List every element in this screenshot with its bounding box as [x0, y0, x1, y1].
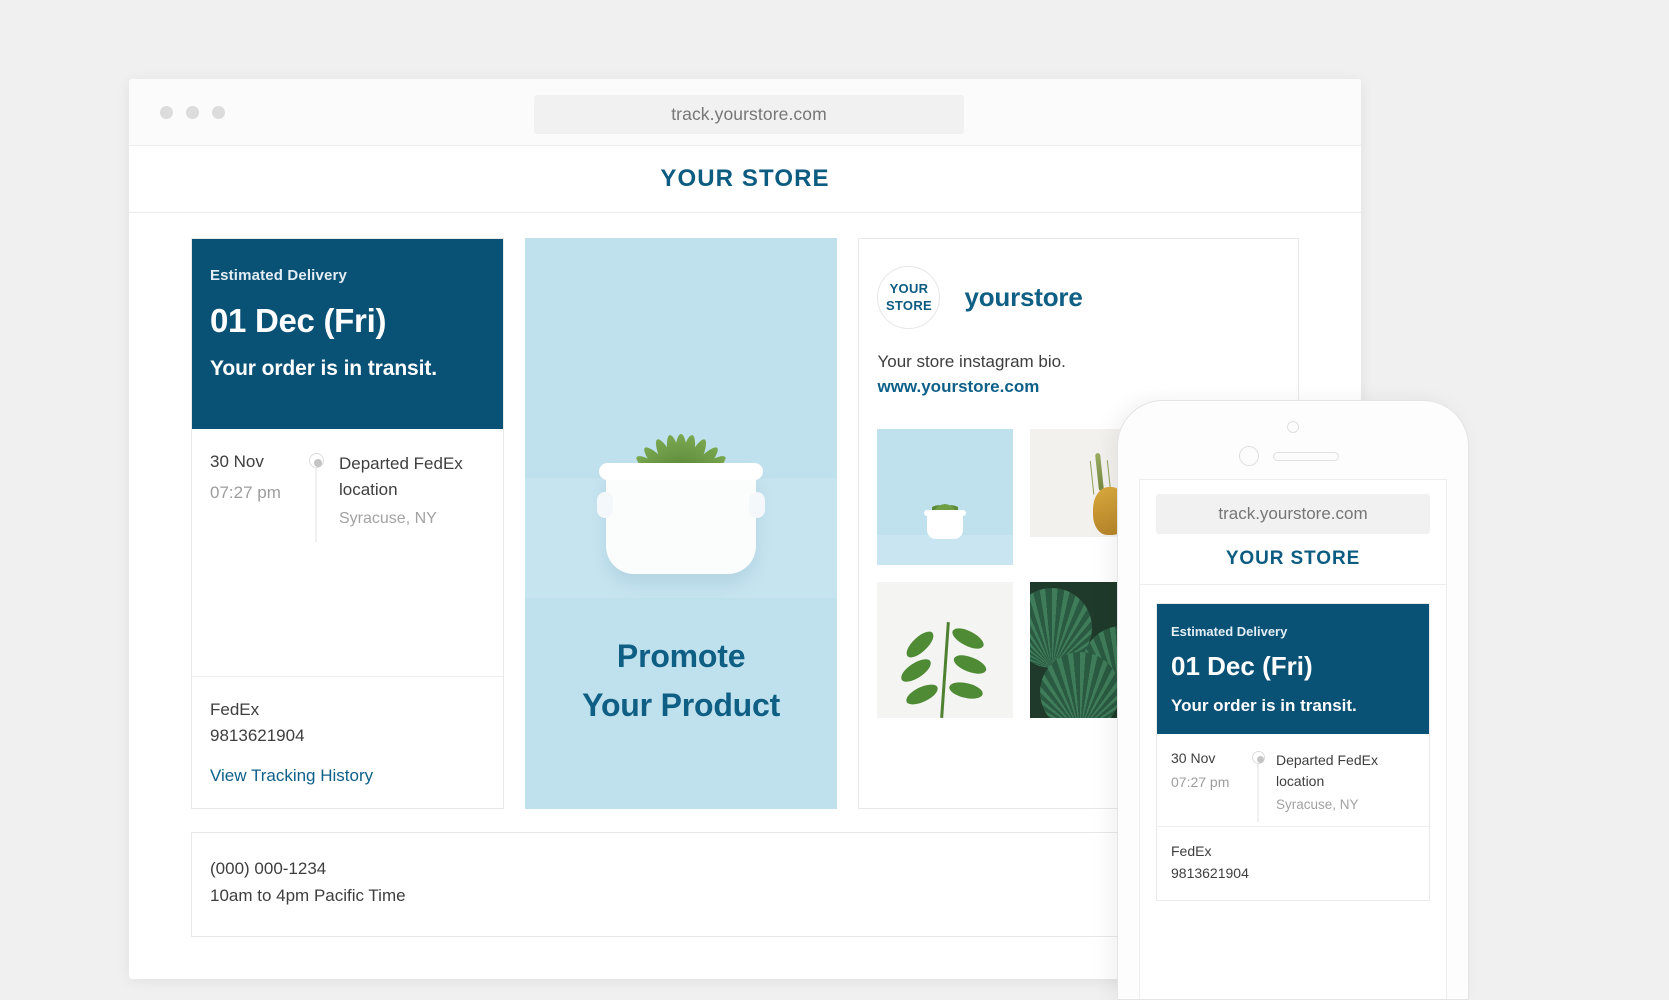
phone-mockup: track.yourstore.com YOUR STORE Estimated…	[1117, 400, 1469, 1000]
phone-order-status-text: Your order is in transit.	[1171, 696, 1357, 715]
estimated-delivery-date: 01 Dec (Fri)	[210, 302, 387, 339]
phone-event-title: Departed FedEx location	[1276, 752, 1378, 789]
phone-sensor-icon	[1239, 446, 1259, 466]
tracking-event-row: 30 Nov 07:27 pm Departed FedEx location …	[210, 451, 485, 542]
phone-estimated-delivery-date: 01 Dec (Fri)	[1171, 651, 1313, 681]
estimated-delivery-label: Estimated Delivery	[210, 267, 347, 284]
phone-address-bar[interactable]: track.yourstore.com	[1156, 494, 1430, 534]
event-date: 30 Nov	[210, 452, 264, 471]
timeline-line	[315, 459, 317, 542]
tracking-events-list: 30 Nov 07:27 pm Departed FedEx location …	[192, 429, 503, 677]
phone-estimated-delivery-label: Estimated Delivery	[1171, 624, 1288, 639]
address-bar[interactable]: track.yourstore.com	[534, 95, 964, 134]
phone-event-date: 30 Nov	[1171, 750, 1216, 766]
phone-store-header: YOUR STORE	[1140, 548, 1446, 585]
instagram-handle: yourstore	[964, 282, 1083, 312]
order-status-text: Your order is in transit.	[210, 357, 437, 380]
store-name: YOUR STORE	[660, 165, 830, 192]
product-photo	[524, 238, 838, 598]
phone-event-time: 07:27 pm	[1171, 774, 1230, 790]
instagram-website-link[interactable]: www.yourstore.com	[859, 377, 1298, 397]
event-location: Syracuse, NY	[339, 509, 437, 527]
window-traffic-lights	[160, 106, 225, 119]
pot-rim	[599, 463, 764, 480]
phone-timeline-rail	[1249, 750, 1267, 822]
view-tracking-history-link[interactable]: View Tracking History	[210, 766, 373, 786]
event-title: Departed FedEx location	[339, 454, 463, 500]
phone-timeline-dot-icon	[1252, 752, 1264, 763]
event-details: Departed FedEx location Syracuse, NY	[327, 451, 485, 528]
instagram-photo-plant-sprig[interactable]	[877, 582, 1014, 718]
phone-event-timestamp: 30 Nov 07:27 pm	[1171, 750, 1249, 812]
tracking-number: 9813621904	[210, 726, 305, 746]
avatar-logo-line-2: STORE	[885, 297, 932, 313]
phone-tracking-event-row: 30 Nov 07:27 pm Departed FedEx location …	[1171, 750, 1415, 822]
maximize-window-icon[interactable]	[212, 106, 225, 119]
timeline-dot-icon	[309, 454, 323, 467]
promo-line-2: Your Product	[582, 687, 781, 724]
address-bar-url: track.yourstore.com	[671, 104, 827, 124]
promo-panel[interactable]: Promote Your Product	[524, 238, 838, 809]
phone-timeline-line	[1257, 757, 1259, 822]
phone-tracking-card-footer: FedEx 9813621904	[1157, 827, 1429, 900]
minimize-window-icon[interactable]	[186, 106, 199, 119]
phone-event-location: Syracuse, NY	[1276, 797, 1359, 812]
instagram-photo-succulent[interactable]	[877, 429, 1014, 565]
event-timestamp: 30 Nov 07:27 pm	[210, 451, 305, 528]
phone-event-details: Departed FedEx location Syracuse, NY	[1267, 750, 1396, 812]
browser-chrome: track.yourstore.com	[129, 79, 1361, 146]
phone-screen: track.yourstore.com YOUR STORE Estimated…	[1139, 479, 1447, 999]
phone-camera-icon	[1287, 421, 1299, 433]
phone-store-name: YOUR STORE	[1225, 548, 1361, 569]
event-time: 07:27 pm	[210, 483, 281, 502]
store-header: YOUR STORE	[129, 146, 1361, 213]
promo-headline: Promote Your Product	[582, 632, 780, 731]
timeline-rail	[305, 451, 327, 542]
phone-tracking-card: Estimated Delivery 01 Dec (Fri) Your ord…	[1156, 603, 1430, 902]
avatar-logo-line-1: YOUR	[889, 281, 929, 297]
tracking-hero: Estimated Delivery 01 Dec (Fri) Your ord…	[192, 239, 503, 429]
phone-carrier-name: FedEx	[1171, 843, 1212, 859]
phone-tracking-number: 9813621904	[1171, 864, 1249, 881]
instagram-bio: Your store instagram bio.	[877, 352, 1066, 371]
phone-tracking-hero: Estimated Delivery 01 Dec (Fri) Your ord…	[1157, 604, 1429, 734]
promo-line-1: Promote	[616, 637, 746, 674]
tracking-card-footer: FedEx 9813621904 View Tracking History	[192, 677, 503, 808]
avatar: YOUR STORE	[877, 266, 941, 329]
close-window-icon[interactable]	[160, 106, 173, 119]
phone-speaker-icon	[1273, 452, 1339, 461]
phone-tracking-events-list: 30 Nov 07:27 pm Departed FedEx location …	[1157, 734, 1429, 827]
carrier-name: FedEx	[210, 700, 260, 719]
phone-address-bar-url: track.yourstore.com	[1218, 504, 1368, 523]
instagram-header: YOUR STORE yourstore	[859, 266, 1298, 329]
tracking-card: Estimated Delivery 01 Dec (Fri) Your ord…	[191, 238, 504, 809]
white-pot-graphic	[597, 463, 766, 574]
